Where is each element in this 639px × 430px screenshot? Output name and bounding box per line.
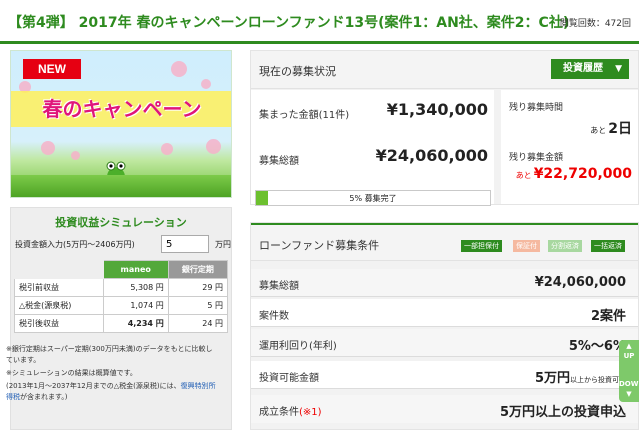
remaining-summary: 残り募集時間 あと 2日 残り募集金額 あと ¥22,720,000: [501, 90, 638, 204]
target-amount-label: 募集総額: [259, 156, 299, 167]
condition-key: 案件数: [259, 311, 289, 322]
note-bank: ※銀行定期はスーパー定期(300万円未満)のデータをもとに比較しています。: [6, 345, 213, 364]
condition-value: 2案件: [590, 309, 626, 324]
row-label: 税引前収益: [14, 278, 104, 297]
scroll-down-button[interactable]: DOWN: [619, 380, 639, 388]
loan-fund-conditions-panel: ローンファンド募集条件 一部担保付 保証付 分割返済 一括返済 募集総額 ¥24…: [250, 222, 639, 430]
investment-amount-label: 投資金額入力(5万円〜2406万円): [15, 240, 135, 249]
page-scroll-widget[interactable]: ▲ UP DOWN ▼: [619, 340, 639, 402]
row-label: 税引後収益: [14, 314, 104, 333]
table-header-blank: [14, 260, 104, 279]
amount-summary: 集まった金額(11件) ¥1,340,000 募集総額 ¥24,060,000: [251, 90, 494, 204]
condition-key-note-link[interactable]: (※1): [299, 407, 322, 418]
scroll-up-arrow-icon[interactable]: ▲: [619, 342, 639, 350]
condition-row-yield: 運用利回り(年利) 5%〜6%: [251, 329, 638, 357]
condition-value: 5万円以上から投資可能: [535, 367, 626, 386]
table-row: 税引前収益 5,308 円 29 円: [14, 278, 229, 297]
remaining-time-value: あと 2日: [590, 118, 632, 138]
guaranteed-badge: 保証付: [513, 240, 540, 252]
banner-title: 春のキャンペーン: [11, 91, 231, 127]
condition-value-main: 5万円: [534, 371, 570, 386]
bank-value: 29 円: [167, 278, 229, 297]
table-row: △税金(源泉税) 1,074 円 5 円: [14, 296, 229, 315]
scroll-up-button[interactable]: UP: [619, 352, 639, 360]
note-tax-post: が含まれます。): [20, 393, 68, 401]
investment-history-label: 投資履歴: [563, 63, 603, 74]
condition-key: 募集総額: [259, 281, 299, 292]
installment-badge: 分割返済: [548, 240, 582, 252]
remaining-amount-prefix: あと: [515, 171, 532, 180]
condition-key: 投資可能金額: [259, 373, 319, 384]
condition-value: 5万円以上の投資申込: [499, 405, 626, 420]
page-title: 【第4弾】 2017年 春のキャンペーンローンファンド13号(案件1：AN社、案…: [8, 15, 570, 31]
blossom-decoration: [41, 141, 55, 155]
condition-value: ¥24,060,000: [534, 275, 626, 290]
maneo-value: 1,074 円: [102, 296, 169, 315]
investment-amount-unit: 万円: [215, 240, 231, 249]
table-header-bank: 銀行定期: [167, 260, 229, 279]
target-amount-value: ¥24,060,000: [375, 146, 488, 165]
condition-row-total: 募集総額 ¥24,060,000: [251, 269, 638, 297]
condition-row-count: 案件数 2案件: [251, 299, 638, 327]
lump-sum-badge: 一括返済: [591, 240, 625, 252]
grass-decoration: [11, 175, 231, 197]
raised-amount-value: ¥1,340,000: [386, 100, 488, 119]
status-heading: 現在の募集状況: [259, 65, 336, 78]
progress-text: 5% 募集完了: [349, 194, 397, 203]
recruitment-status-panel: 現在の募集状況 投資履歴 ▼ 集まった金額(11件) ¥1,340,000 募集…: [250, 50, 639, 206]
simulation-notes: ※銀行定期はスーパー定期(300万円未満)のデータをもとに比較しています。 ※シ…: [6, 344, 218, 405]
condition-row-establish: 成立条件(※1) 5万円以上の投資申込: [251, 395, 638, 423]
scroll-down-arrow-icon[interactable]: ▼: [619, 390, 639, 398]
table-header-maneo: maneo: [102, 260, 169, 279]
blossom-decoration: [201, 79, 211, 89]
blossom-decoration: [171, 61, 187, 77]
maneo-value: 5,308 円: [102, 278, 169, 297]
simulation-title: 投資収益シミュレーション: [55, 216, 187, 229]
investment-amount-input[interactable]: [161, 235, 209, 253]
blossom-decoration: [206, 139, 221, 154]
recruitment-progress-bar: 5% 募集完了: [255, 190, 491, 206]
remaining-amount-value: あと ¥22,720,000: [516, 166, 632, 182]
remaining-amount-number: ¥22,720,000: [533, 166, 632, 182]
blossom-decoration: [71, 151, 80, 160]
condition-key-text: 成立条件: [259, 407, 299, 418]
partial-collateral-badge: 一部担保付: [461, 240, 502, 252]
raised-amount-label: 集まった金額(11件): [259, 110, 350, 121]
conditions-heading: ローンファンド募集条件: [259, 239, 380, 252]
table-row: 税引後収益 4,234 円 24 円: [14, 314, 229, 333]
bank-value: 5 円: [167, 296, 229, 315]
note-estimate: ※シミュレーションの結果は概算値です。: [6, 369, 137, 377]
condition-key: 運用利回り(年利): [259, 341, 337, 352]
campaign-banner[interactable]: NEW 春のキャンペーン: [10, 50, 232, 198]
title-bar: 【第4弾】 2017年 春のキャンペーンローンファンド13号(案件1：AN社、案…: [0, 0, 639, 44]
remaining-time-number: 2日: [608, 121, 632, 137]
investment-history-button[interactable]: 投資履歴 ▼: [551, 59, 629, 79]
remaining-amount-label: 残り募集金額: [509, 153, 564, 163]
conditions-header: ローンファンド募集条件 一部担保付 保証付 分割返済 一括返済: [251, 223, 638, 261]
simulation-table: maneo 銀行定期 税引前収益 5,308 円 29 円 △税金(源泉税) 1…: [14, 260, 229, 333]
new-badge: NEW: [23, 59, 81, 79]
status-header: 現在の募集状況 投資履歴 ▼: [251, 51, 638, 89]
view-count: 閲覧回数：472回: [559, 19, 631, 29]
note-tax-pre: (2013年1月〜2037年12月までの△税金(源泉税)には、: [6, 382, 181, 390]
bank-value: 24 円: [167, 314, 229, 333]
remaining-time-prefix: あと: [590, 126, 607, 135]
chevron-down-icon: ▼: [615, 64, 622, 74]
condition-value: 5%〜6%: [568, 339, 626, 354]
condition-key: 成立条件(※1): [259, 403, 322, 418]
condition-row-min-investment: 投資可能金額 5万円以上から投資可能: [251, 361, 638, 389]
table-header-row: maneo 銀行定期: [14, 260, 229, 279]
row-label: △税金(源泉税): [14, 296, 104, 315]
note-tax: (2013年1月〜2037年12月までの△税金(源泉税)には、復興特別所得税が含…: [6, 381, 218, 403]
remaining-time-label: 残り募集時間: [509, 103, 564, 113]
condition-value-suffix: 以上から投資可能: [570, 376, 626, 384]
maneo-value: 4,234 円: [102, 314, 169, 333]
blossom-decoration: [161, 143, 173, 155]
